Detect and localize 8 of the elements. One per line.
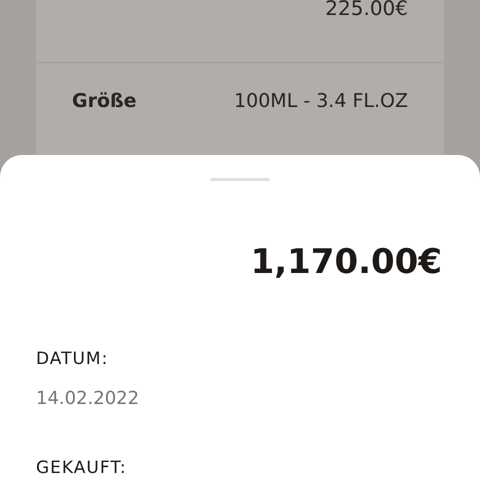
field-label: GEKAUFT: [36,458,128,478]
size-label: Größe [72,90,137,112]
total-price: 1,170.00€ [250,242,443,282]
drag-handle[interactable] [210,178,270,181]
price-text: 225.00€ [325,0,408,18]
field-value: 14.02.2022 [36,388,140,410]
field-label: DATUM: [36,349,110,369]
size-value: 100ML - 3.4 FL.OZ [234,90,408,112]
